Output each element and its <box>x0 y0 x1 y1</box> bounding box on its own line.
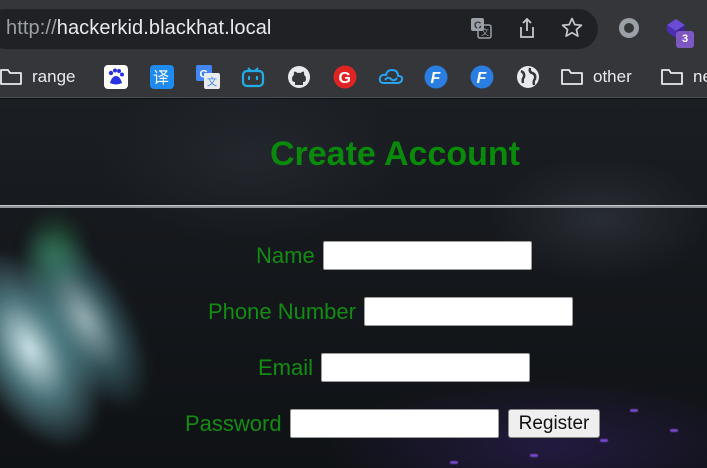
divider <box>0 205 707 208</box>
phone-input[interactable] <box>363 297 573 326</box>
password-input[interactable] <box>289 409 499 438</box>
url-host: hackerkid.blackhat.local <box>56 17 272 39</box>
bookmark-folder-ne[interactable]: ne <box>661 64 707 90</box>
cloud-icon[interactable] <box>378 64 404 90</box>
share-icon[interactable] <box>513 14 541 42</box>
page-title: Create Account <box>269 135 521 173</box>
email-label: Email <box>258 354 314 380</box>
name-input[interactable] <box>322 241 532 270</box>
bilibili-icon[interactable] <box>241 64 265 90</box>
bookmark-star-icon[interactable] <box>558 14 586 42</box>
folder-icon <box>561 69 583 85</box>
password-label: Password <box>185 410 282 436</box>
google-translate-icon[interactable]: G文 <box>196 64 220 90</box>
bookmarks-bar: range 译 G文 G F F other ne <box>0 56 707 98</box>
f-blue-icon-1[interactable]: F <box>424 64 448 90</box>
name-label: Name <box>256 242 315 268</box>
g-red-icon[interactable]: G <box>333 64 357 90</box>
extension-badge: 3 <box>676 31 694 48</box>
globe-icon[interactable] <box>516 64 540 90</box>
browser-toolbar: http://hackerkid.blackhat.local G文 3 <box>0 0 707 56</box>
page-content: Create Account Name Phone Number Email P… <box>0 99 707 468</box>
name-row: Name <box>256 241 532 270</box>
translate-icon[interactable]: G文 <box>467 14 495 42</box>
folder-icon <box>661 69 683 85</box>
phone-label: Phone Number <box>208 298 356 324</box>
profile-circle-icon[interactable] <box>615 14 643 42</box>
svg-text:F: F <box>477 70 488 87</box>
folder-icon <box>0 69 22 85</box>
bookmark-label: other <box>593 67 632 86</box>
bookmark-folder-range[interactable]: range <box>0 64 75 90</box>
phone-row: Phone Number <box>208 297 573 326</box>
svg-text:F: F <box>431 70 442 87</box>
register-button[interactable]: Register <box>507 409 601 438</box>
email-row: Email <box>258 353 531 382</box>
fanyi-icon[interactable]: 译 <box>150 64 174 90</box>
url-scheme: http:// <box>6 17 57 39</box>
url-text[interactable]: http://hackerkid.blackhat.local <box>6 17 271 40</box>
bookmark-label: ne <box>693 67 707 86</box>
password-row: Password Register <box>185 409 601 438</box>
svg-text:文: 文 <box>481 27 489 37</box>
svg-text:文: 文 <box>207 76 217 89</box>
email-input[interactable] <box>321 353 531 382</box>
bookmark-label: range <box>32 67 76 86</box>
baidu-icon[interactable] <box>104 64 128 90</box>
f-blue-icon-2[interactable]: F <box>470 64 494 90</box>
svg-text:译: 译 <box>153 68 169 87</box>
bookmark-folder-other[interactable]: other <box>561 64 632 90</box>
svg-text:G: G <box>339 70 351 87</box>
github-icon[interactable] <box>287 64 311 90</box>
